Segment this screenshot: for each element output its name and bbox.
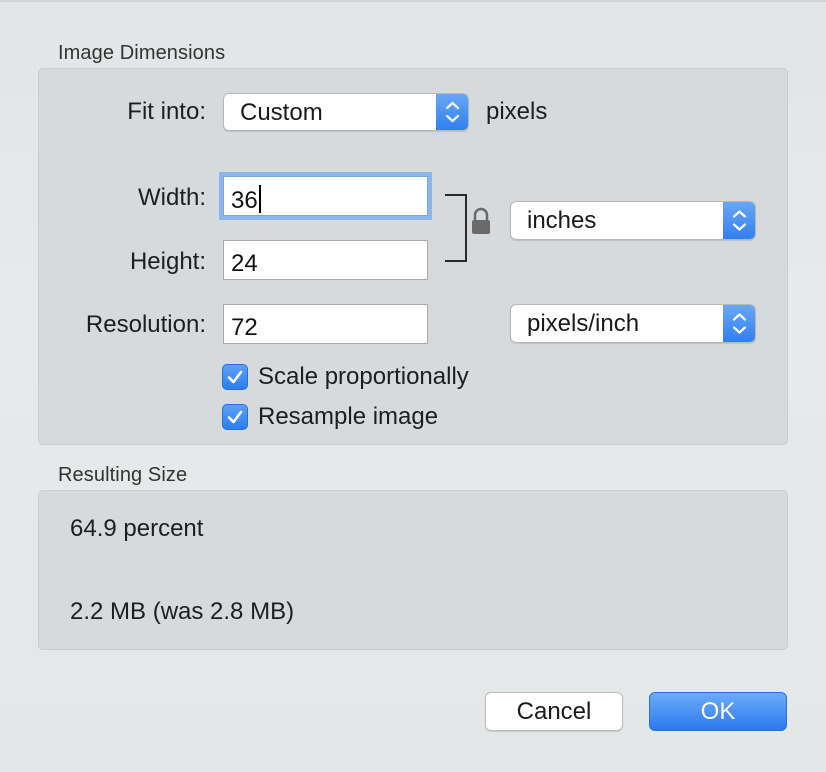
height-label: Height: (129, 248, 206, 275)
resulting-file-size: 2.2 MB (was 2.8 MB) (70, 598, 295, 625)
size-units-selected: inches (527, 207, 597, 234)
resolution-label: Resolution: (85, 311, 206, 338)
resulting-size-title: Resulting Size (58, 464, 188, 486)
text-caret (258, 185, 261, 213)
image-dimensions-title: Image Dimensions (58, 42, 226, 64)
fit-into-label: Fit into: (127, 98, 206, 125)
resolution-field[interactable]: 72 (223, 304, 428, 344)
resulting-size-group (38, 490, 788, 650)
chevron-up-down-icon (723, 305, 755, 342)
checkmark-icon (227, 370, 243, 384)
fit-into-selected: Custom (240, 99, 323, 126)
checkmark-icon (227, 410, 243, 424)
width-value: 36 (231, 185, 261, 215)
cancel-button[interactable]: Cancel (485, 692, 623, 731)
scale-proportionally-checkbox[interactable] (222, 364, 248, 390)
lock-icon[interactable] (470, 206, 492, 241)
resolution-units-selected: pixels/inch (527, 310, 640, 337)
link-bracket (445, 194, 467, 262)
fit-into-popup[interactable]: Custom (223, 93, 469, 131)
resolution-value: 72 (231, 314, 258, 341)
size-units-popup[interactable]: inches (510, 201, 756, 240)
resulting-percent: 64.9 percent (70, 515, 204, 542)
chevron-up-down-icon (723, 202, 755, 239)
window-top-edge (0, 0, 826, 2)
width-value-text: 36 (231, 187, 258, 214)
chevron-up-down-icon (436, 94, 468, 130)
width-label: Width: (137, 184, 206, 211)
fit-into-suffix: pixels (486, 98, 548, 125)
scale-proportionally-label[interactable]: Scale proportionally (258, 363, 469, 391)
height-field[interactable]: 24 (223, 240, 428, 280)
width-field[interactable]: 36 (223, 176, 428, 216)
height-value: 24 (231, 250, 258, 277)
resample-image-checkbox[interactable] (222, 404, 248, 430)
ok-button[interactable]: OK (649, 692, 787, 731)
resample-image-label[interactable]: Resample image (258, 403, 438, 431)
resolution-units-popup[interactable]: pixels/inch (510, 304, 756, 343)
